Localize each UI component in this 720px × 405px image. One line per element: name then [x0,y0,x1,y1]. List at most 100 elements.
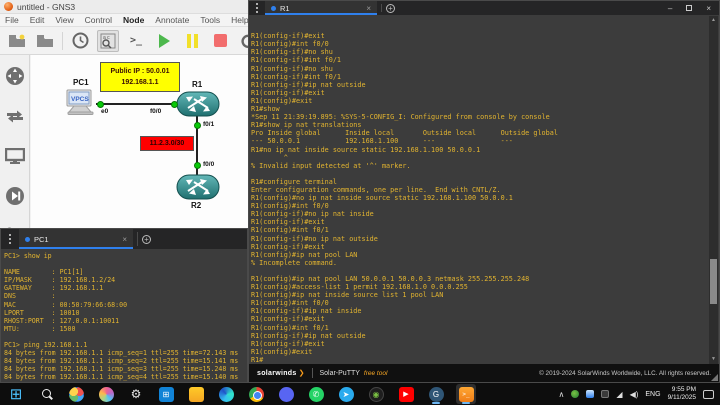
edge-icon[interactable] [216,384,236,404]
gns3-taskbar-icon[interactable]: G [426,384,446,404]
product-tagline: free tool [364,370,388,377]
menu-item[interactable]: View [55,15,73,25]
link-pc1-r1[interactable] [96,103,180,105]
appliances-icon[interactable] [4,185,26,207]
open-project-icon[interactable] [34,30,56,52]
security-tray-icon[interactable] [571,390,579,398]
photos-icon[interactable] [66,384,86,404]
terminal-line: R1(config-if)#exit [251,218,709,226]
discord-icon [279,387,294,402]
menu-item[interactable]: Annotate [155,15,189,25]
routers-icon[interactable] [4,65,26,87]
add-tab-button[interactable]: + [142,229,151,249]
terminal-line: R1(config-if)#exit [251,315,709,323]
terminal-line: R1(config-if)#exit [251,243,709,251]
maximize-icon[interactable] [686,5,692,11]
chrome-icon[interactable] [246,384,266,404]
port-label-r1-f00: f0/0 [150,108,161,115]
copilot-icon[interactable] [96,384,116,404]
microsoft-store-icon[interactable]: ⊞ [156,384,176,404]
switches-icon[interactable] [4,105,26,127]
minimize-icon[interactable]: – [668,4,672,13]
discord-icon[interactable] [276,384,296,404]
search-icon[interactable] [36,384,56,404]
files-app-icon[interactable] [186,384,206,404]
terminal-line: R1#configure terminal [251,178,709,186]
new-project-icon[interactable] [6,30,28,52]
pen-tray-icon[interactable] [601,390,609,398]
menu-ellipsis-icon[interactable] [1,229,19,249]
taskbar-icons: ⊞ ⚙ ⊞ ✆ ➤ ◉ ▶ G >_ [6,384,476,404]
console-all-icon[interactable]: >_ [125,30,147,52]
terminal-line: 84 bytes from 192.168.1.1 icmp_seq=1 ttl… [4,349,246,357]
start-all-icon[interactable] [153,30,175,52]
tab-separator [381,4,382,12]
tray-chevron-up-icon[interactable]: ∧ [559,390,565,399]
note-subnet[interactable]: 11.2.3.0/30 [140,136,194,151]
terminal-line [4,260,246,268]
copyright-text: © 2019-2024 SolarWinds Worldwide, LLC. A… [539,370,711,377]
settings-icon[interactable]: ⚙ [126,384,146,404]
terminal-line: R1(config-if)#no ip nat inside [251,210,709,218]
add-tab-button[interactable]: + [386,1,395,15]
close-icon[interactable]: × [706,4,711,13]
close-tab-icon[interactable]: × [366,4,371,13]
terminal-line: % Incomplete command. [251,259,709,267]
close-tab-icon[interactable]: × [122,235,127,244]
tab-pc1[interactable]: PC1 × [19,229,133,249]
display-tray-icon[interactable] [586,390,594,398]
menu-ellipsis-icon[interactable] [249,1,265,15]
pc1-terminal-window: PC1 × + PC1> show ip NAME : PC1[1]IP/MAS… [0,228,248,383]
r1-node[interactable] [176,91,220,117]
pc1-node[interactable]: VPCS [64,89,96,117]
terminal-line: R1#no ip nat inside source static 192.16… [251,146,709,154]
start-button[interactable]: ⊞ [6,384,26,404]
suspend-all-icon[interactable] [181,30,203,52]
menu-item[interactable]: Node [123,15,144,25]
show-interface-labels-icon[interactable]: a c [97,30,119,52]
search-icon [39,387,54,402]
r1-terminal-output[interactable]: R1(config-if)#exitR1(config)#int f0/0R1(… [251,16,709,364]
terminal-line: R1(config-if)#exit [251,340,709,348]
console-glyph: >_ [130,35,142,46]
telegram-icon[interactable]: ➤ [336,384,356,404]
tab-r1[interactable]: R1 × [265,1,377,15]
system-tray: ∧ ◢ ◀) ENG 9:55 PM 9/11/2025 [559,386,720,402]
whatsapp-icon[interactable]: ✆ [306,384,326,404]
terminal-line: R1(config-if)#ip nat inside [251,307,709,315]
volume-icon[interactable]: ◀) [630,390,639,399]
terminal-line: R1#show [251,105,709,113]
clock[interactable]: 9:55 PM 9/11/2025 [668,386,696,402]
active-tab-underline [265,13,377,15]
menu-item[interactable]: File [5,15,19,25]
menu-item[interactable]: Control [85,15,112,25]
recorder-app-icon[interactable]: ◉ [366,384,386,404]
network-wifi-icon[interactable]: ◢ [616,390,622,399]
solarwinds-arrow-icon: ❯ [299,369,305,377]
stop-all-icon[interactable] [209,30,231,52]
terminal-line: R1(config-if)#ip nat outside [251,332,709,340]
menu-item[interactable]: Edit [30,15,45,25]
scroll-down-icon[interactable]: ▼ [709,355,718,364]
pc1-terminal-output[interactable]: PC1> show ip NAME : PC1[1]IP/MASK : 192.… [4,252,246,382]
terminal-line: IP/MASK : 192.168.1.2/24 [4,276,246,284]
resize-grip[interactable] [711,374,718,381]
scroll-up-icon[interactable]: ▲ [709,16,718,25]
solar-putty-taskbar-icon[interactable]: >_ [456,384,476,404]
microsoft-store-icon: ⊞ [159,387,174,402]
notification-center-icon[interactable] [703,390,714,399]
youtube-icon[interactable]: ▶ [396,384,416,404]
snapshot-clock-icon[interactable] [69,30,91,52]
scrollbar-thumb[interactable] [710,259,717,304]
menu-item[interactable]: Tools [200,15,220,25]
note-public-ip[interactable]: Public IP : 50.0.01 192.168.1.1 [100,62,180,92]
language-indicator[interactable]: ENG [645,391,660,398]
r2-node[interactable] [176,174,220,200]
terminal-line: PC1> ping 192.168.1.1 [4,341,246,349]
menu-item[interactable]: Help [231,15,248,25]
end-devices-icon[interactable] [4,145,26,167]
terminal-line: 84 bytes from 192.168.1.1 icmp_seq=4 ttl… [4,373,246,381]
terminal-scrollbar[interactable]: ▲ ▼ [709,16,718,364]
terminal-line: 84 bytes from 192.168.1.1 icmp_seq=2 ttl… [4,357,246,365]
open-app-indicator [432,402,440,404]
